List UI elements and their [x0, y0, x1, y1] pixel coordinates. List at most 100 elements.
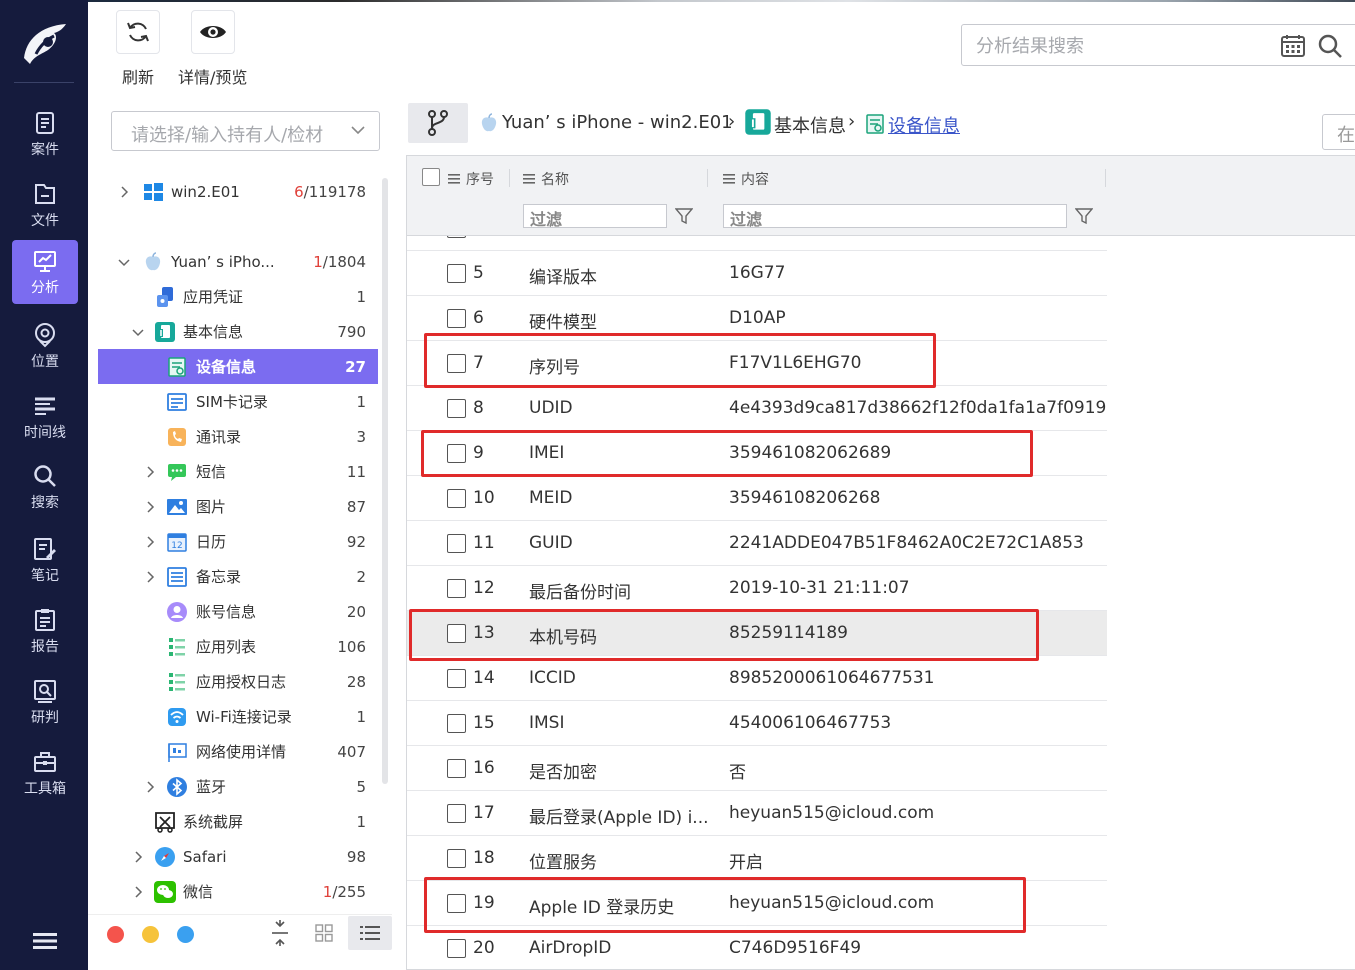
tree-item-safari[interactable]: Safari 98	[98, 839, 378, 874]
chevron-down-icon[interactable]	[132, 326, 144, 338]
row-checkbox[interactable]	[447, 624, 466, 643]
column-header-name[interactable]: 名称	[523, 169, 569, 189]
nav-item-analysis[interactable]: 分析	[12, 240, 78, 304]
row-checkbox[interactable]	[447, 309, 466, 328]
row-checkbox[interactable]	[447, 759, 466, 778]
tree-item-calendar[interactable]: 12 日历 92	[98, 524, 378, 559]
tree-item-pictures[interactable]: 图片 87	[98, 489, 378, 524]
table-row[interactable]: 12 最后备份时间 2019-10-31 21:11:07	[407, 566, 1107, 611]
right-action-button[interactable]: 在	[1322, 114, 1355, 150]
nav-item-judge[interactable]: 研判	[12, 670, 78, 734]
tree-item-app-credential[interactable]: 应用凭证 1	[98, 279, 378, 314]
row-checkbox[interactable]	[447, 579, 466, 598]
content-filter-input[interactable]: 过滤	[723, 204, 1067, 229]
tree-item-contacts[interactable]: 通讯录 3	[98, 419, 378, 454]
table-row[interactable]: 16 是否加密 否	[407, 746, 1107, 791]
nav-item-timeline[interactable]: 时间线	[12, 385, 78, 449]
tree-item-bluetooth[interactable]: 蓝牙 5	[98, 769, 378, 804]
row-checkbox[interactable]	[447, 669, 466, 688]
table-row[interactable]: 17 最后登录(Apple ID) i... heyuan515@icloud.co…	[407, 791, 1107, 836]
breadcrumb-current[interactable]: 设备信息	[888, 112, 960, 138]
row-checkbox[interactable]	[447, 489, 466, 508]
yellow-dot-icon[interactable]	[142, 926, 159, 943]
table-row[interactable]: 13 本机号码 85259114189	[407, 611, 1107, 656]
chevron-right-icon[interactable]	[132, 850, 144, 863]
table-row[interactable]: 8 UDID 4e4393d9ca817d38662f12f0da1fa1a7f09…	[407, 386, 1107, 431]
row-checkbox[interactable]	[447, 714, 466, 733]
row-checkbox[interactable]	[447, 939, 466, 958]
breadcrumb-device[interactable]: Yuan’ s iPhone - win2.E01	[502, 112, 733, 133]
list-view-button[interactable]	[348, 916, 392, 950]
red-dot-icon[interactable]	[107, 926, 124, 943]
tree-item-wechat[interactable]: 微信 1/255	[98, 874, 378, 909]
filter-funnel-icon[interactable]	[675, 207, 693, 225]
tree-item-sms[interactable]: 短信 11	[98, 454, 378, 489]
table-row[interactable]: 11 GUID 2241ADDE047B51F8462A0C2E72C1A853	[407, 521, 1107, 566]
tree-item-wifi-record[interactable]: Wi-Fi连接记录 1	[98, 699, 378, 734]
calendar-icon[interactable]	[1280, 34, 1306, 58]
blue-dot-icon[interactable]	[177, 926, 194, 943]
chevron-right-icon[interactable]	[144, 465, 156, 478]
table-row[interactable]: 14 ICCID 8985200061064677531	[407, 656, 1107, 701]
column-header-seq[interactable]: 序号	[448, 169, 494, 189]
breadcrumb-category[interactable]: 基本信息	[774, 112, 846, 138]
row-checkbox[interactable]	[447, 444, 466, 463]
table-row[interactable]: 10 MEID 35946108206268	[407, 476, 1107, 521]
filter-funnel-icon[interactable]	[1075, 207, 1093, 225]
owner-select[interactable]: 请选择/输入持有人/检材	[111, 111, 380, 151]
column-divider[interactable]	[1105, 169, 1106, 187]
detail-preview-button[interactable]: 详情/预览	[178, 10, 247, 88]
column-header-content[interactable]: 内容	[723, 169, 769, 189]
nav-item-report[interactable]: 报告	[12, 599, 78, 663]
nav-item-location[interactable]: 位置	[12, 314, 78, 378]
chevron-right-icon[interactable]	[132, 885, 144, 898]
table-row[interactable]: 7 序列号 F17V1L6EHG70	[407, 341, 1107, 386]
table-row[interactable]: 9 IMEI 359461082062689	[407, 431, 1107, 476]
tree-item-app-auth-log[interactable]: 应用授权日志 28	[98, 664, 378, 699]
grid-view-icon[interactable]	[315, 924, 333, 942]
tree-item-network-usage[interactable]: 网络使用详情 407	[98, 734, 378, 769]
chevron-right-icon[interactable]	[144, 780, 156, 793]
tree-scrollbar[interactable]	[382, 178, 388, 784]
name-filter-input[interactable]: 过滤	[523, 204, 667, 229]
table-row[interactable]: 20 AirDropID C746D9516F49	[407, 926, 1107, 969]
table-row[interactable]: 5 编译版本 16G77	[407, 251, 1107, 296]
hamburger-menu-icon[interactable]	[33, 931, 57, 951]
table-row[interactable]	[407, 236, 1107, 251]
chevron-right-icon[interactable]	[144, 500, 156, 513]
collapse-all-icon[interactable]	[271, 920, 289, 946]
refresh-button[interactable]: 刷新	[116, 10, 160, 88]
table-row[interactable]: 18 位置服务 开启	[407, 836, 1107, 881]
tree-item-screenshot[interactable]: 系统截屏 1	[98, 804, 378, 839]
tree-item-iphone[interactable]: Yuan’ s iPho... 1/1804	[98, 244, 378, 279]
row-checkbox[interactable]	[447, 264, 466, 283]
tree-item-app-list[interactable]: 应用列表 106	[98, 629, 378, 664]
chevron-down-icon[interactable]	[118, 256, 130, 268]
row-checkbox[interactable]	[447, 849, 466, 868]
nav-item-case[interactable]: 案件	[12, 102, 78, 166]
result-search-input[interactable]	[976, 34, 1266, 58]
tree-item-account-info[interactable]: 账号信息 20	[98, 594, 378, 629]
tree-item-win2[interactable]: win2.E01 6/119178	[98, 174, 378, 209]
chevron-right-icon[interactable]	[118, 185, 130, 198]
branch-button[interactable]	[408, 103, 468, 143]
tree-item-sim-record[interactable]: SIM卡记录 1	[98, 384, 378, 419]
table-row[interactable]: 19 Apple ID 登录历史 heyuan515@icloud.com	[407, 881, 1107, 926]
nav-item-file[interactable]: 文件	[12, 173, 78, 237]
row-checkbox[interactable]	[447, 894, 466, 913]
nav-item-toolbox[interactable]: 工具箱	[12, 741, 78, 805]
select-all-checkbox[interactable]	[422, 168, 440, 186]
tree-item-device-info[interactable]: 设备信息 27	[98, 349, 378, 384]
chevron-right-icon[interactable]	[144, 535, 156, 548]
tree-item-basic-info[interactable]: 基本信息 790	[98, 314, 378, 349]
row-checkbox[interactable]	[447, 399, 466, 418]
row-checkbox[interactable]	[447, 804, 466, 823]
row-checkbox[interactable]	[447, 354, 466, 373]
tree-item-memo[interactable]: 备忘录 2	[98, 559, 378, 594]
table-row[interactable]: 6 硬件模型 D10AP	[407, 296, 1107, 341]
row-checkbox[interactable]	[447, 534, 466, 553]
column-divider[interactable]	[509, 169, 510, 187]
search-icon[interactable]	[1317, 33, 1343, 59]
column-divider[interactable]	[707, 169, 708, 187]
row-checkbox[interactable]	[447, 236, 466, 238]
